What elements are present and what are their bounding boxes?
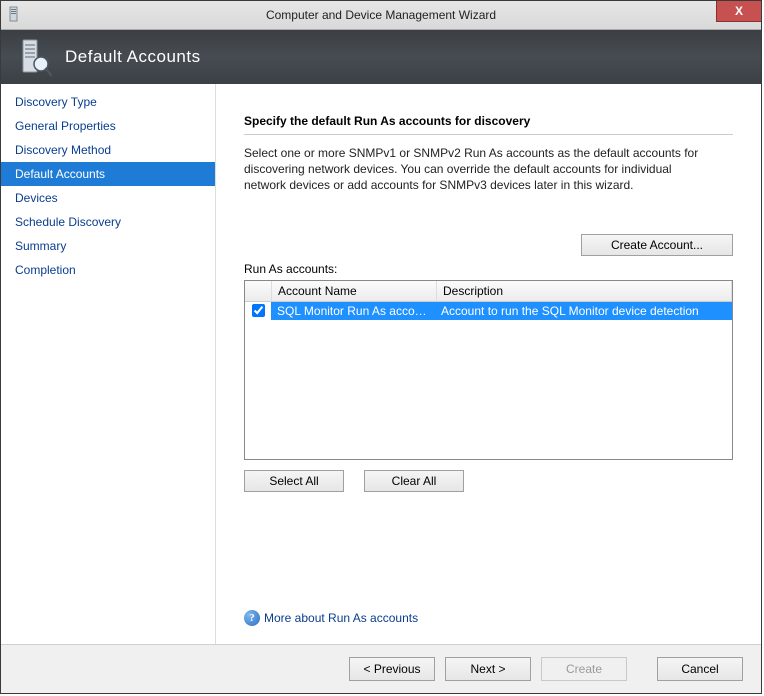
- footer: < Previous Next > Create Cancel: [1, 644, 761, 693]
- close-button[interactable]: X: [716, 1, 761, 22]
- help-link-text: More about Run As accounts: [264, 611, 418, 625]
- help-icon: ?: [244, 610, 260, 626]
- server-magnifier-icon: [19, 38, 51, 76]
- sidebar-item-discovery-method[interactable]: Discovery Method: [1, 138, 215, 162]
- main-panel: Specify the default Run As accounts for …: [216, 84, 761, 644]
- col-description[interactable]: Description: [437, 281, 732, 301]
- main-heading: Specify the default Run As accounts for …: [244, 114, 733, 135]
- app-icon: [7, 6, 23, 22]
- close-icon: X: [735, 4, 743, 18]
- sidebar-item-general-properties[interactable]: General Properties: [1, 114, 215, 138]
- banner-title: Default Accounts: [65, 47, 201, 67]
- header-banner: Default Accounts: [1, 30, 761, 84]
- body: Discovery TypeGeneral PropertiesDiscover…: [1, 84, 761, 644]
- sidebar-item-default-accounts[interactable]: Default Accounts: [1, 162, 215, 186]
- sidebar-item-schedule-discovery[interactable]: Schedule Discovery: [1, 210, 215, 234]
- sidebar-item-completion[interactable]: Completion: [1, 258, 215, 282]
- list-header: Account Name Description: [245, 281, 732, 302]
- col-check: [245, 281, 272, 301]
- cancel-button[interactable]: Cancel: [657, 657, 743, 681]
- select-all-button[interactable]: Select All: [244, 470, 344, 492]
- row-description: Account to run the SQL Monitor device de…: [435, 302, 732, 320]
- sidebar-item-summary[interactable]: Summary: [1, 234, 215, 258]
- create-account-button[interactable]: Create Account...: [581, 234, 733, 256]
- row-checkbox-cell: [245, 302, 271, 320]
- runas-accounts-list[interactable]: Account Name Description SQL Monitor Run…: [244, 280, 733, 460]
- sidebar-item-devices[interactable]: Devices: [1, 186, 215, 210]
- help-link[interactable]: ? More about Run As accounts: [244, 610, 418, 626]
- create-button[interactable]: Create: [541, 657, 627, 681]
- sidebar-item-discovery-type[interactable]: Discovery Type: [1, 90, 215, 114]
- next-button[interactable]: Next >: [445, 657, 531, 681]
- wizard-window: Computer and Device Management Wizard X …: [0, 0, 762, 694]
- window-title: Computer and Device Management Wizard: [266, 8, 496, 22]
- clear-all-button[interactable]: Clear All: [364, 470, 464, 492]
- runas-list-label: Run As accounts:: [244, 262, 733, 276]
- col-account-name[interactable]: Account Name: [272, 281, 437, 301]
- row-account-name: SQL Monitor Run As account: [271, 302, 435, 320]
- titlebar: Computer and Device Management Wizard X: [1, 1, 761, 30]
- sidebar: Discovery TypeGeneral PropertiesDiscover…: [1, 84, 216, 644]
- previous-button[interactable]: < Previous: [349, 657, 435, 681]
- list-buttons: Select All Clear All: [244, 470, 733, 492]
- main-description: Select one or more SNMPv1 or SNMPv2 Run …: [244, 145, 714, 194]
- row-checkbox[interactable]: [252, 304, 265, 317]
- create-account-row: Create Account...: [244, 234, 733, 256]
- table-row[interactable]: SQL Monitor Run As accountAccount to run…: [245, 302, 732, 320]
